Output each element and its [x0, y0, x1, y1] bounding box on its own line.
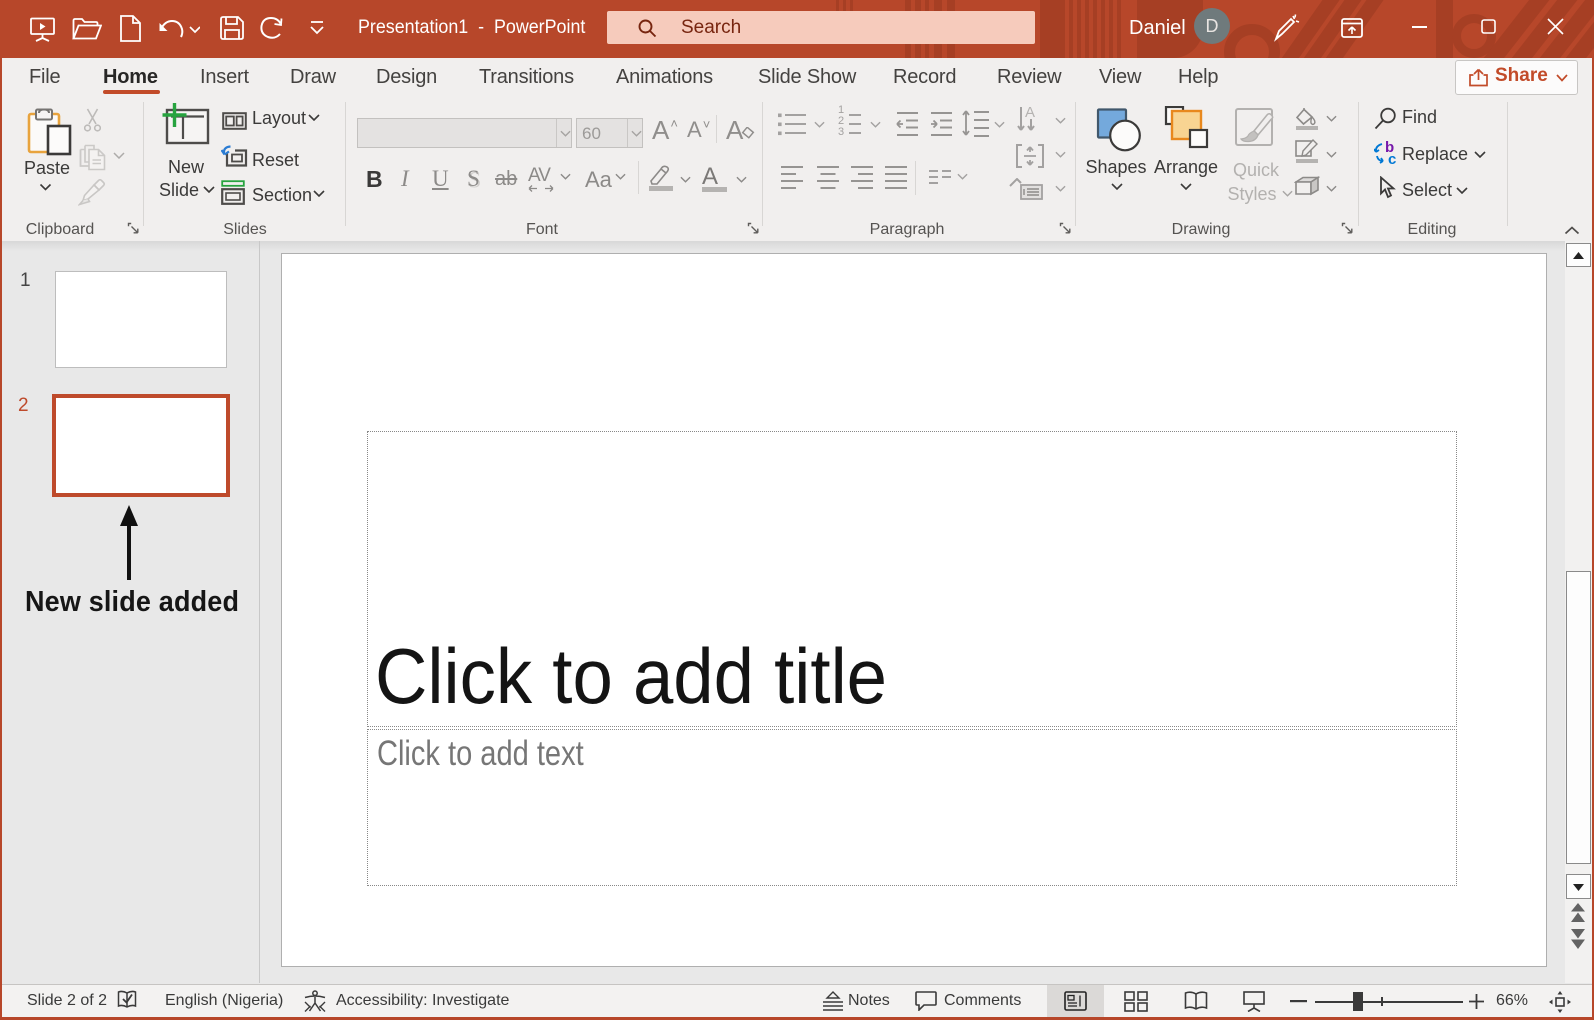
svg-text:A: A — [1025, 106, 1035, 121]
svg-text:c: c — [1388, 151, 1396, 166]
